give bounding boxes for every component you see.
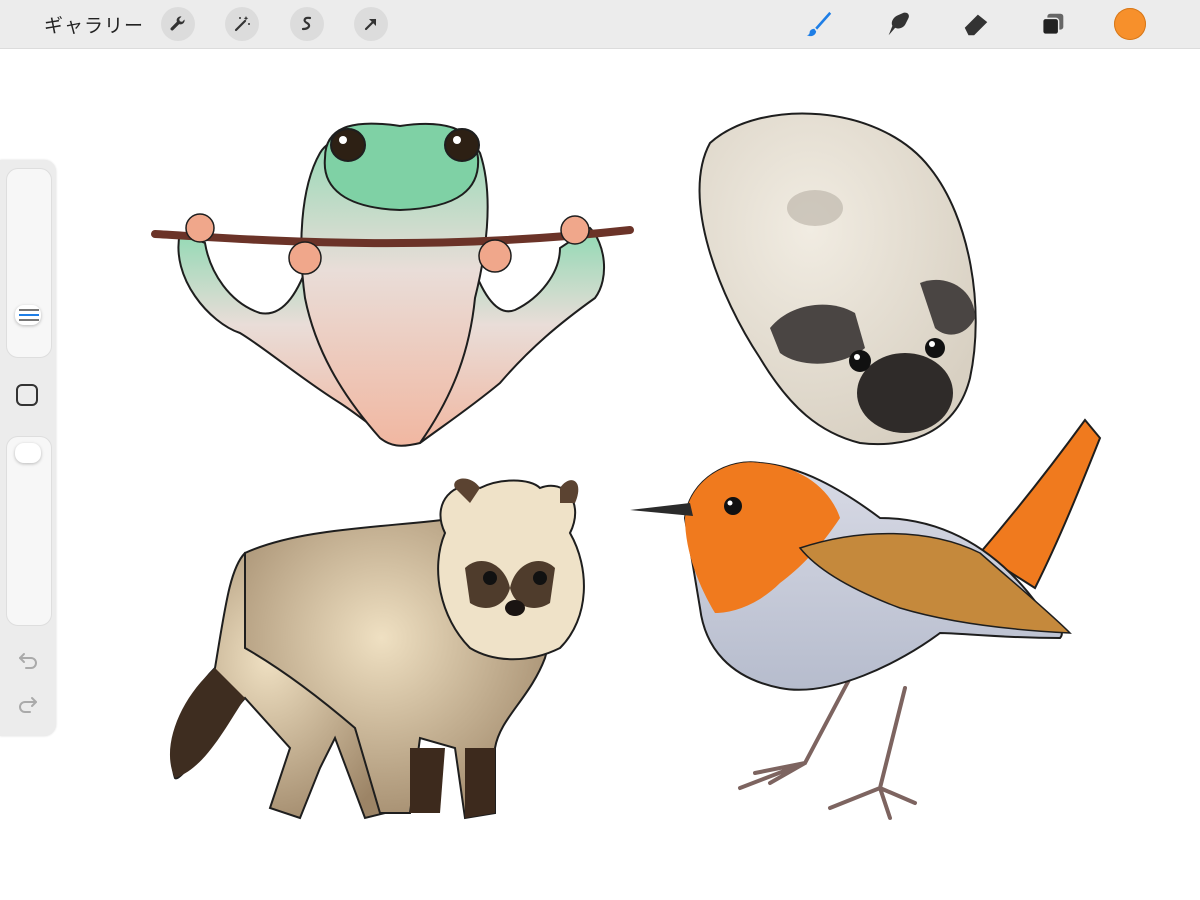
layers-button[interactable] [1037, 8, 1069, 40]
color-picker-button[interactable] [1114, 8, 1146, 40]
selection-icon [301, 16, 312, 31]
drawing-canvas[interactable] [0, 48, 1200, 900]
wrench-icon [170, 16, 185, 31]
magic-wand-icon [234, 16, 250, 32]
smudge-icon [888, 12, 909, 36]
brush-icon [806, 11, 832, 37]
tanuki-illustration [169, 478, 585, 820]
transform-button[interactable] [354, 7, 388, 41]
transform-arrow-icon [364, 18, 377, 31]
eraser-icon [964, 14, 988, 36]
adjustments-button[interactable] [225, 7, 259, 41]
brush-button[interactable] [803, 8, 835, 40]
actions-button[interactable] [161, 7, 195, 41]
layers-icon [1041, 13, 1064, 36]
top-toolbar: ギャラリー [0, 0, 1200, 49]
robin-illustration [630, 418, 1102, 820]
gallery-button[interactable]: ギャラリー [44, 11, 144, 38]
selection-button[interactable] [290, 7, 324, 41]
eraser-button[interactable] [960, 8, 992, 40]
smudge-button[interactable] [882, 8, 914, 40]
guinea-pig-illustration [698, 112, 977, 446]
tree-frog-illustration [151, 122, 634, 447]
